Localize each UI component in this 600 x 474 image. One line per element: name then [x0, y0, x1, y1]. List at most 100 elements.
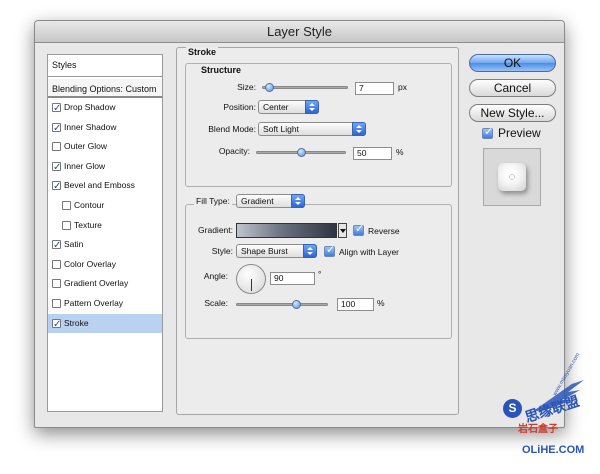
position-select-arrows-icon: [305, 100, 319, 114]
fill-type-value: Gradient: [241, 196, 274, 206]
angle-unit: °: [318, 269, 322, 279]
style-item-label: Texture: [74, 219, 102, 230]
size-label: Size:: [237, 82, 256, 92]
align-with-layer-checkbox[interactable]: [324, 243, 335, 257]
style-item-label: Satin: [64, 239, 84, 250]
style-item-checkbox[interactable]: [62, 200, 71, 210]
style-item-pattern-overlay[interactable]: Pattern Overlay: [48, 294, 162, 314]
style-item-label: Drop Shadow: [64, 102, 116, 112]
ok-button[interactable]: OK: [469, 54, 556, 72]
watermark-cn-bottom: 岩石盒子: [518, 424, 558, 435]
watermark-logo: S: [503, 399, 522, 418]
style-item-inner-glow[interactable]: Inner Glow: [48, 157, 162, 177]
style-item-label: Inner Glow: [64, 160, 106, 171]
size-slider-knob[interactable]: [265, 83, 274, 92]
cancel-button[interactable]: Cancel: [469, 79, 556, 97]
gradient-label: Gradient:: [198, 225, 233, 235]
opacity-unit: %: [396, 147, 404, 157]
fill-type-label: Fill Type:: [194, 196, 232, 206]
style-label: Style:: [211, 246, 233, 256]
angle-input[interactable]: 90: [270, 272, 315, 285]
size-input[interactable]: 7: [355, 82, 394, 95]
gradient-style-select[interactable]: Shape Burst: [236, 244, 317, 258]
style-item-checkbox[interactable]: [52, 298, 61, 308]
stroke-section-title: Stroke: [186, 47, 219, 57]
style-item-outer-glow[interactable]: Outer Glow: [48, 137, 162, 157]
reverse-checkbox[interactable]: [353, 222, 364, 236]
structure-group: Structure Size: 7 px Position: Center Bl…: [185, 63, 452, 187]
new-style-button[interactable]: New Style...: [469, 104, 556, 122]
angle-label: Angle:: [203, 271, 228, 281]
fill-group: Fill Type: Gradient Gradient: Reverse St…: [185, 194, 452, 339]
style-item-checkbox[interactable]: [62, 220, 71, 230]
scale-label: Scale:: [204, 298, 228, 308]
dialog-title: Layer Style: [35, 21, 564, 43]
style-item-stroke[interactable]: Stroke: [48, 313, 162, 334]
style-item-checkbox[interactable]: [52, 279, 61, 289]
scale-slider[interactable]: [236, 300, 328, 309]
opacity-slider[interactable]: [256, 148, 346, 157]
styles-header[interactable]: Styles: [48, 55, 162, 77]
style-item-satin[interactable]: Satin: [48, 235, 162, 256]
style-item-checkbox[interactable]: [52, 177, 61, 197]
style-item-inner-shadow[interactable]: Inner Shadow: [48, 118, 162, 138]
style-item-label: Bevel and Emboss: [64, 180, 135, 191]
style-item-checkbox[interactable]: [52, 142, 61, 152]
scale-slider-knob[interactable]: [292, 300, 301, 309]
style-item-gradient-overlay[interactable]: Gradient Overlay: [48, 274, 162, 294]
scale-input[interactable]: 100: [337, 298, 374, 311]
style-item-label: Outer Glow: [64, 141, 107, 152]
style-item-checkbox[interactable]: [52, 315, 61, 334]
style-item-label: Pattern Overlay: [64, 297, 124, 308]
opacity-slider-knob[interactable]: [297, 148, 306, 157]
watermark-en: OLiHE.COM: [522, 444, 585, 456]
style-item-checkbox[interactable]: [52, 236, 61, 256]
style-item-bevel-and-emboss[interactable]: Bevel and Emboss: [48, 176, 162, 197]
position-select[interactable]: Center: [258, 100, 319, 114]
stroke-panel: Stroke Structure Size: 7 px Position: Ce…: [176, 47, 459, 415]
gradient-style-value: Shape Burst: [241, 246, 288, 256]
style-item-drop-shadow[interactable]: Drop Shadow: [48, 98, 162, 119]
align-with-layer-label: Align with Layer: [339, 247, 400, 257]
style-item-texture[interactable]: Texture: [48, 216, 162, 236]
preview-shape-dot: [509, 174, 515, 180]
style-item-checkbox[interactable]: [52, 99, 61, 119]
preview-label: Preview: [498, 126, 541, 140]
style-item-label: Gradient Overlay: [64, 278, 129, 289]
gradient-swatch[interactable]: [236, 223, 337, 238]
layer-style-dialog: Layer Style Styles Blending Options: Cus…: [34, 20, 565, 428]
blend-mode-label: Blend Mode:: [208, 124, 256, 134]
gradient-dropdown-icon[interactable]: [338, 223, 347, 238]
preview-checkbox[interactable]: [482, 125, 493, 139]
size-unit: px: [398, 82, 407, 92]
style-item-label: Stroke: [64, 317, 89, 328]
style-item-label: Inner Shadow: [64, 121, 117, 132]
style-item-checkbox[interactable]: [52, 158, 61, 177]
preview-shape: [498, 163, 526, 191]
style-item-label: Color Overlay: [64, 258, 116, 269]
position-label: Position:: [223, 102, 256, 112]
structure-title: Structure: [201, 65, 242, 75]
reverse-label: Reverse: [368, 226, 400, 236]
opacity-input[interactable]: 50: [353, 147, 392, 160]
fill-type-select-arrows-icon: [291, 194, 305, 208]
style-items: Drop Shadow Inner Shadow Outer Glow Inner G…: [48, 98, 162, 334]
opacity-label: Opacity:: [218, 146, 250, 156]
fill-type-select[interactable]: Gradient: [236, 194, 305, 208]
watermark: S 思缘联盟 www.missyuan.com 岩石盒子 OLiHE.COM: [500, 352, 596, 470]
style-item-contour[interactable]: Contour: [48, 196, 162, 216]
style-item-color-overlay[interactable]: Color Overlay: [48, 255, 162, 275]
size-slider[interactable]: [262, 83, 348, 92]
style-preview-thumbnail: [483, 148, 541, 206]
gradient-style-select-arrows-icon: [303, 244, 317, 258]
position-value: Center: [263, 102, 289, 112]
blend-mode-value: Soft Light: [263, 124, 299, 134]
style-item-checkbox[interactable]: [52, 119, 61, 138]
styles-list: Styles Blending Options: Custom Drop Sha…: [47, 54, 163, 412]
angle-dial[interactable]: [236, 264, 266, 294]
blending-options-item[interactable]: Blending Options: Custom: [48, 77, 162, 98]
style-item-label: Contour: [74, 199, 105, 210]
style-item-checkbox[interactable]: [52, 259, 61, 269]
scale-unit: %: [377, 298, 385, 308]
blend-mode-select[interactable]: Soft Light: [258, 122, 366, 136]
